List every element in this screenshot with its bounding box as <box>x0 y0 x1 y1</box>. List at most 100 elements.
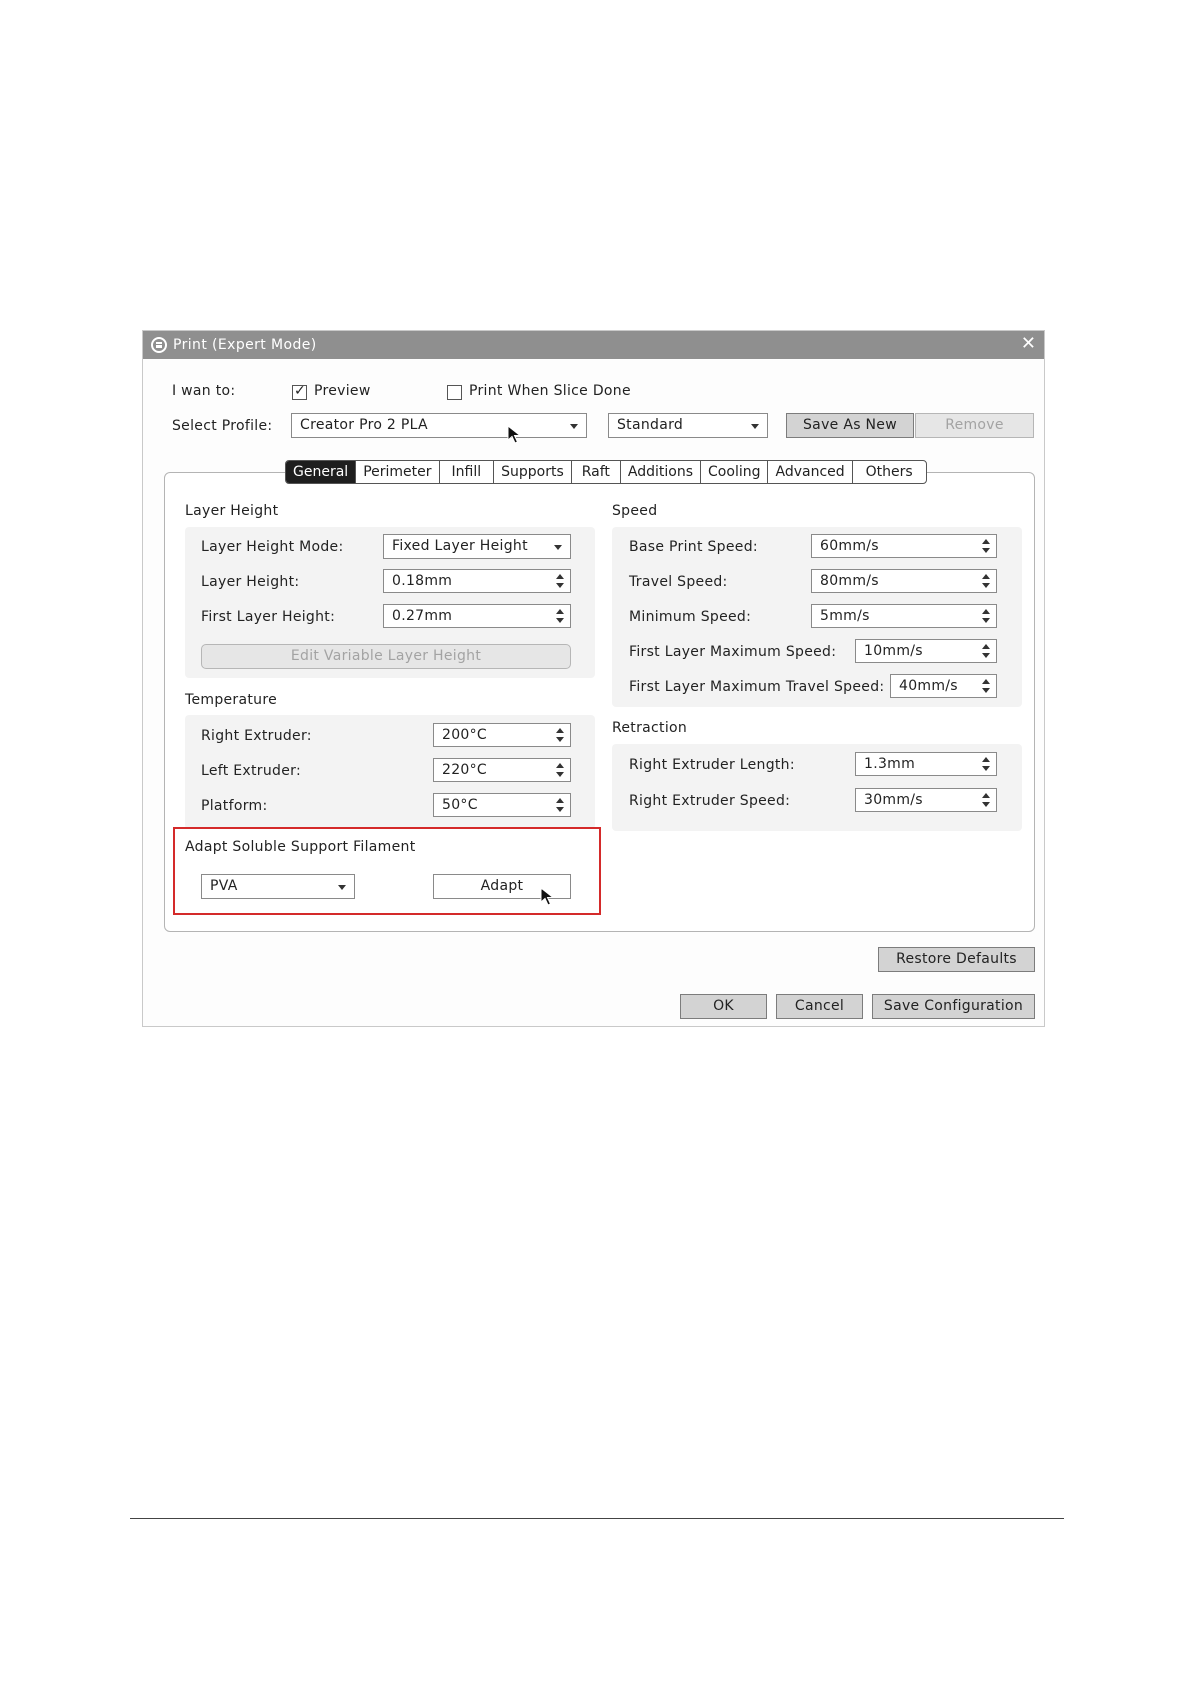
first-layer-max-travel-speed-value: 40mm/s <box>899 678 958 694</box>
right-extruder-label: Right Extruder: <box>201 728 312 744</box>
chevron-down-icon <box>570 424 578 429</box>
spin-up-icon[interactable] <box>556 728 564 733</box>
first-layer-max-speed-spinbox[interactable]: 10mm/s <box>855 639 997 663</box>
platform-temp-spinbox[interactable]: 50°C <box>433 793 571 817</box>
print-when-slice-done-checkbox[interactable] <box>447 385 462 400</box>
tab-perimeter[interactable]: Perimeter <box>356 461 440 483</box>
spin-down-icon[interactable] <box>982 802 990 807</box>
retraction-speed-label: Right Extruder Speed: <box>629 793 791 809</box>
retraction-title: Retraction <box>612 720 688 736</box>
retraction-speed-spinbox[interactable]: 30mm/s <box>855 788 997 812</box>
profile-select[interactable]: Creator Pro 2 PLA <box>291 413 587 438</box>
minimum-speed-label: Minimum Speed: <box>629 609 752 625</box>
spin-down-icon[interactable] <box>982 583 990 588</box>
travel-speed-label: Travel Speed: <box>629 574 728 590</box>
profile-select-value: Creator Pro 2 PLA <box>300 417 428 433</box>
layer-height-mode-select[interactable]: Fixed Layer Height <box>383 534 571 559</box>
spin-down-icon[interactable] <box>982 618 990 623</box>
remove-button[interactable]: Remove <box>915 413 1034 438</box>
first-layer-height-spinbox[interactable]: 0.27mm <box>383 604 571 628</box>
tab-additions[interactable]: Additions <box>621 461 702 483</box>
first-layer-height-value: 0.27mm <box>392 608 453 624</box>
base-print-speed-spinbox[interactable]: 60mm/s <box>811 534 997 558</box>
edit-variable-layer-height-button[interactable]: Edit Variable Layer Height <box>201 644 571 669</box>
spin-up-icon[interactable] <box>556 609 564 614</box>
ok-button[interactable]: OK <box>680 994 767 1019</box>
tab-supports[interactable]: Supports <box>494 461 572 483</box>
first-layer-height-label: First Layer Height: <box>201 609 336 625</box>
close-icon[interactable]: ✕ <box>1021 334 1036 354</box>
app-logo-icon <box>151 337 167 353</box>
right-extruder-temp-value: 200°C <box>442 727 487 743</box>
spin-down-icon[interactable] <box>556 618 564 623</box>
speed-title: Speed <box>612 503 658 519</box>
spin-up-icon[interactable] <box>982 757 990 762</box>
layer-height-title: Layer Height <box>185 503 279 519</box>
first-layer-max-speed-label: First Layer Maximum Speed: <box>629 644 837 660</box>
first-layer-max-travel-speed-spinbox[interactable]: 40mm/s <box>890 674 997 698</box>
spin-down-icon[interactable] <box>982 688 990 693</box>
minimum-speed-value: 5mm/s <box>820 608 870 624</box>
save-as-new-button[interactable]: Save As New <box>786 413 914 438</box>
base-print-speed-label: Base Print Speed: <box>629 539 758 555</box>
retraction-length-label: Right Extruder Length: <box>629 757 795 773</box>
travel-speed-spinbox[interactable]: 80mm/s <box>811 569 997 593</box>
spin-up-icon[interactable] <box>982 644 990 649</box>
highlight-box <box>173 827 601 915</box>
layer-height-mode-label: Layer Height Mode: <box>201 539 344 555</box>
retraction-length-value: 1.3mm <box>864 756 916 772</box>
tab-general[interactable]: General <box>286 461 357 483</box>
select-profile-label: Select Profile: <box>172 418 273 434</box>
tab-advanced[interactable]: Advanced <box>768 461 853 483</box>
spin-up-icon[interactable] <box>556 763 564 768</box>
preview-checkbox[interactable] <box>292 383 307 400</box>
layer-height-spinbox[interactable]: 0.18mm <box>383 569 571 593</box>
tab-raft[interactable]: Raft <box>572 461 621 483</box>
spin-up-icon[interactable] <box>982 574 990 579</box>
print-when-slice-done-label: Print When Slice Done <box>469 383 631 399</box>
quality-select[interactable]: Standard <box>608 413 768 438</box>
tab-others[interactable]: Others <box>853 461 926 483</box>
preview-label: Preview <box>314 383 371 399</box>
cancel-button[interactable]: Cancel <box>776 994 863 1019</box>
spin-up-icon[interactable] <box>556 798 564 803</box>
spin-down-icon[interactable] <box>556 772 564 777</box>
spin-up-icon[interactable] <box>556 574 564 579</box>
first-layer-max-travel-speed-label: First Layer Maximum Travel Speed: <box>629 679 885 695</box>
mouse-cursor-icon <box>507 425 522 444</box>
right-extruder-temp-spinbox[interactable]: 200°C <box>433 723 571 747</box>
layer-height-value: 0.18mm <box>392 573 453 589</box>
spin-down-icon[interactable] <box>982 653 990 658</box>
restore-defaults-button[interactable]: Restore Defaults <box>878 947 1035 972</box>
spin-up-icon[interactable] <box>982 609 990 614</box>
platform-label: Platform: <box>201 798 268 814</box>
window-title: Print (Expert Mode) <box>173 337 317 353</box>
spin-down-icon[interactable] <box>556 807 564 812</box>
spin-down-icon[interactable] <box>982 766 990 771</box>
left-extruder-temp-spinbox[interactable]: 220°C <box>433 758 571 782</box>
spin-down-icon[interactable] <box>556 737 564 742</box>
quality-select-value: Standard <box>617 417 684 433</box>
i-want-to-label: I wan to: <box>172 383 236 399</box>
retraction-speed-value: 30mm/s <box>864 792 923 808</box>
title-bar: Print (Expert Mode) ✕ <box>143 331 1044 359</box>
spin-down-icon[interactable] <box>556 583 564 588</box>
print-expert-dialog: Print (Expert Mode) ✕ I wan to: Preview … <box>142 330 1045 1027</box>
travel-speed-value: 80mm/s <box>820 573 879 589</box>
tab-cooling[interactable]: Cooling <box>701 461 769 483</box>
tab-infill[interactable]: Infill <box>440 461 495 483</box>
chevron-down-icon <box>751 424 759 429</box>
layer-height-mode-value: Fixed Layer Height <box>392 538 528 554</box>
spin-up-icon[interactable] <box>982 539 990 544</box>
minimum-speed-spinbox[interactable]: 5mm/s <box>811 604 997 628</box>
save-configuration-button[interactable]: Save Configuration <box>872 994 1035 1019</box>
retraction-length-spinbox[interactable]: 1.3mm <box>855 752 997 776</box>
page-divider <box>130 1518 1064 1519</box>
settings-tab-bar: General Perimeter Infill Supports Raft A… <box>285 460 927 484</box>
spin-down-icon[interactable] <box>982 548 990 553</box>
layer-height-label: Layer Height: <box>201 574 300 590</box>
spin-up-icon[interactable] <box>982 679 990 684</box>
left-extruder-temp-value: 220°C <box>442 762 487 778</box>
spin-up-icon[interactable] <box>982 793 990 798</box>
left-extruder-label: Left Extruder: <box>201 763 301 779</box>
